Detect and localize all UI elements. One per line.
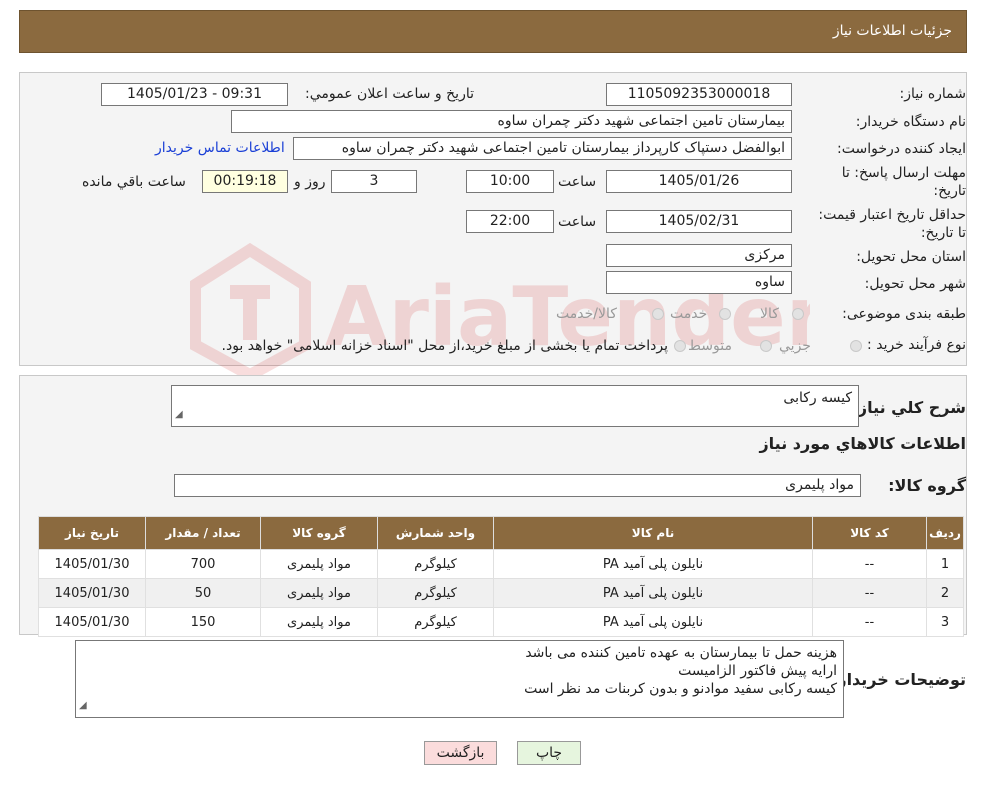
price-date-field: 1405/02/31 xyxy=(606,210,792,233)
buyer-notes-field: هزینه حمل تا بیمارستان به عهده تامین کنن… xyxy=(75,640,844,718)
process-option-minor: جزيي xyxy=(779,338,811,354)
price-validity-label: حداقل تاريخ اعتبار قيمت: تا تاريخ: xyxy=(818,207,966,241)
cell-group: مواد پلیمری xyxy=(260,578,378,608)
goods-group-field: مواد پلیمری xyxy=(174,474,861,497)
cell-code: -- xyxy=(812,607,927,637)
table-row: 1 -- نایلون پلی آمید PA کیلوگرم مواد پلی… xyxy=(38,549,964,579)
resize-grip-icon: ◢ xyxy=(175,409,183,420)
cell-date: 1405/01/30 xyxy=(38,578,146,608)
col-header-code: كد كالا xyxy=(812,516,927,550)
category-radio-service[interactable] xyxy=(719,308,731,320)
cell-date: 1405/01/30 xyxy=(38,607,146,637)
buyer-label: نام دستگاه خريدار: xyxy=(855,114,966,130)
cell-unit: کیلوگرم xyxy=(377,607,494,637)
days-field: 3 xyxy=(331,170,417,193)
cell-group: مواد پلیمری xyxy=(260,549,378,579)
category-option-goods-service: کالا/خدمت xyxy=(556,306,617,322)
price-time-field: 22:00 xyxy=(466,210,554,233)
creator-label: ايجاد كننده درخواست: xyxy=(837,141,966,157)
price-time-label: ساعت xyxy=(558,214,597,230)
cell-qty: 150 xyxy=(145,607,261,637)
print-button[interactable]: چاپ xyxy=(517,741,581,765)
cell-name: نایلون پلی آمید PA xyxy=(493,549,813,579)
cell-row-number: 3 xyxy=(926,607,964,637)
cell-unit: کیلوگرم xyxy=(377,578,494,608)
cell-qty: 50 xyxy=(145,578,261,608)
buyer-field: بیمارستان تامین اجتماعی شهید دکتر چمران … xyxy=(231,110,792,133)
cell-row-number: 2 xyxy=(926,578,964,608)
table-header-row: رديف كد كالا نام كالا واحد شمارش گروه كا… xyxy=(38,516,964,550)
city-field: ساوه xyxy=(606,271,792,294)
description-text: کیسه رکابی xyxy=(783,390,852,406)
process-label: نوع فرآيند خريد : xyxy=(867,337,966,353)
description-label: شرح كلي نياز: xyxy=(851,398,966,417)
remaining-time-field: 00:19:18 xyxy=(202,170,288,193)
back-button[interactable]: بازگشت xyxy=(424,741,497,765)
cell-group: مواد پلیمری xyxy=(260,607,378,637)
reply-date-field: 1405/01/26 xyxy=(606,170,792,193)
cell-code: -- xyxy=(812,549,927,579)
resize-grip-icon: ◢ xyxy=(79,700,87,711)
table-row: 3 -- نایلون پلی آمید PA کیلوگرم مواد پلی… xyxy=(38,607,964,637)
remaining-time-label: ساعت باقي مانده xyxy=(82,174,186,190)
buyer-notes-line: هزینه حمل تا بیمارستان به عهده تامین کنن… xyxy=(525,645,837,661)
process-radio-minor[interactable] xyxy=(850,340,862,352)
page-header: جزئیات اطلاعات نیاز xyxy=(19,10,967,53)
reply-deadline-label: مهلت ارسال پاسخ: تا تاريخ: xyxy=(841,165,966,199)
ariatender-logo-icon xyxy=(190,242,311,380)
cell-name: نایلون پلی آمید PA xyxy=(493,607,813,637)
need-number-label: شماره نیاز: xyxy=(899,86,967,102)
col-header-qty: تعداد / مقدار xyxy=(145,516,261,550)
buyer-contact-link[interactable]: اطلاعات تماس خريدار xyxy=(155,140,285,156)
creator-field: ابوالفضل دستپاک کارپرداز بیمارستان تامین… xyxy=(293,137,792,160)
province-label: استان محل تحويل: xyxy=(856,249,966,265)
need-number-field: 1105092353000018 xyxy=(606,83,792,106)
items-table-wrapper: رديف كد كالا نام كالا واحد شمارش گروه كا… xyxy=(38,516,964,637)
table-row: 2 -- نایلون پلی آمید PA کیلوگرم مواد پلی… xyxy=(38,578,964,608)
cell-row-number: 1 xyxy=(926,549,964,579)
announce-datetime-field: 1405/01/23 - 09:31 xyxy=(101,83,288,106)
days-label: روز و xyxy=(294,174,326,190)
buyer-notes-line: کیسه رکابی سفید موادنو و بدون کربنات مد … xyxy=(524,681,837,697)
buyer-notes-label: توضيحات خريدار: xyxy=(830,670,966,689)
col-header-name: نام كالا xyxy=(493,516,813,550)
goods-group-label: گروه كالا: xyxy=(888,476,966,495)
col-header-row-number: رديف xyxy=(926,516,964,550)
cell-date: 1405/01/30 xyxy=(38,549,146,579)
items-table: رديف كد كالا نام كالا واحد شمارش گروه كا… xyxy=(38,516,964,637)
process-radio-medium[interactable] xyxy=(760,340,772,352)
process-option-medium: متوسط xyxy=(688,338,732,354)
col-header-unit: واحد شمارش xyxy=(377,516,494,550)
process-radio-treasury[interactable] xyxy=(674,340,686,352)
category-radio-goods-service[interactable] xyxy=(652,308,664,320)
reply-time-field: 10:00 xyxy=(466,170,554,193)
page-title: جزئیات اطلاعات نیاز xyxy=(832,23,952,39)
col-header-group: گروه كالا xyxy=(260,516,378,550)
buyer-notes-line: ارایه پیش فاکتور الزامیست xyxy=(678,663,837,679)
cell-name: نایلون پلی آمید PA xyxy=(493,578,813,608)
cell-unit: کیلوگرم xyxy=(377,549,494,579)
col-header-date: تاريخ نياز xyxy=(38,516,146,550)
cell-qty: 700 xyxy=(145,549,261,579)
cell-code: -- xyxy=(812,578,927,608)
announce-label: تاریخ و ساعت اعلان عمومي: xyxy=(305,86,474,102)
province-field: مرکزی xyxy=(606,244,792,267)
goods-info-title: اطلاعات كالاهاي مورد نياز xyxy=(759,434,966,453)
city-label: شهر محل تحويل: xyxy=(864,276,966,292)
description-field: کیسه رکابی ◢ xyxy=(171,385,859,427)
category-option-service: خدمت xyxy=(670,306,708,322)
reply-time-label: ساعت xyxy=(558,174,597,190)
category-label: طبقه بندی موضوعی: xyxy=(842,306,966,322)
category-option-goods: کالا xyxy=(760,306,779,322)
process-treasury-note: پرداخت تمام يا بخشی از مبلغ خريد،از محل … xyxy=(221,338,668,354)
category-radio-goods[interactable] xyxy=(792,308,804,320)
